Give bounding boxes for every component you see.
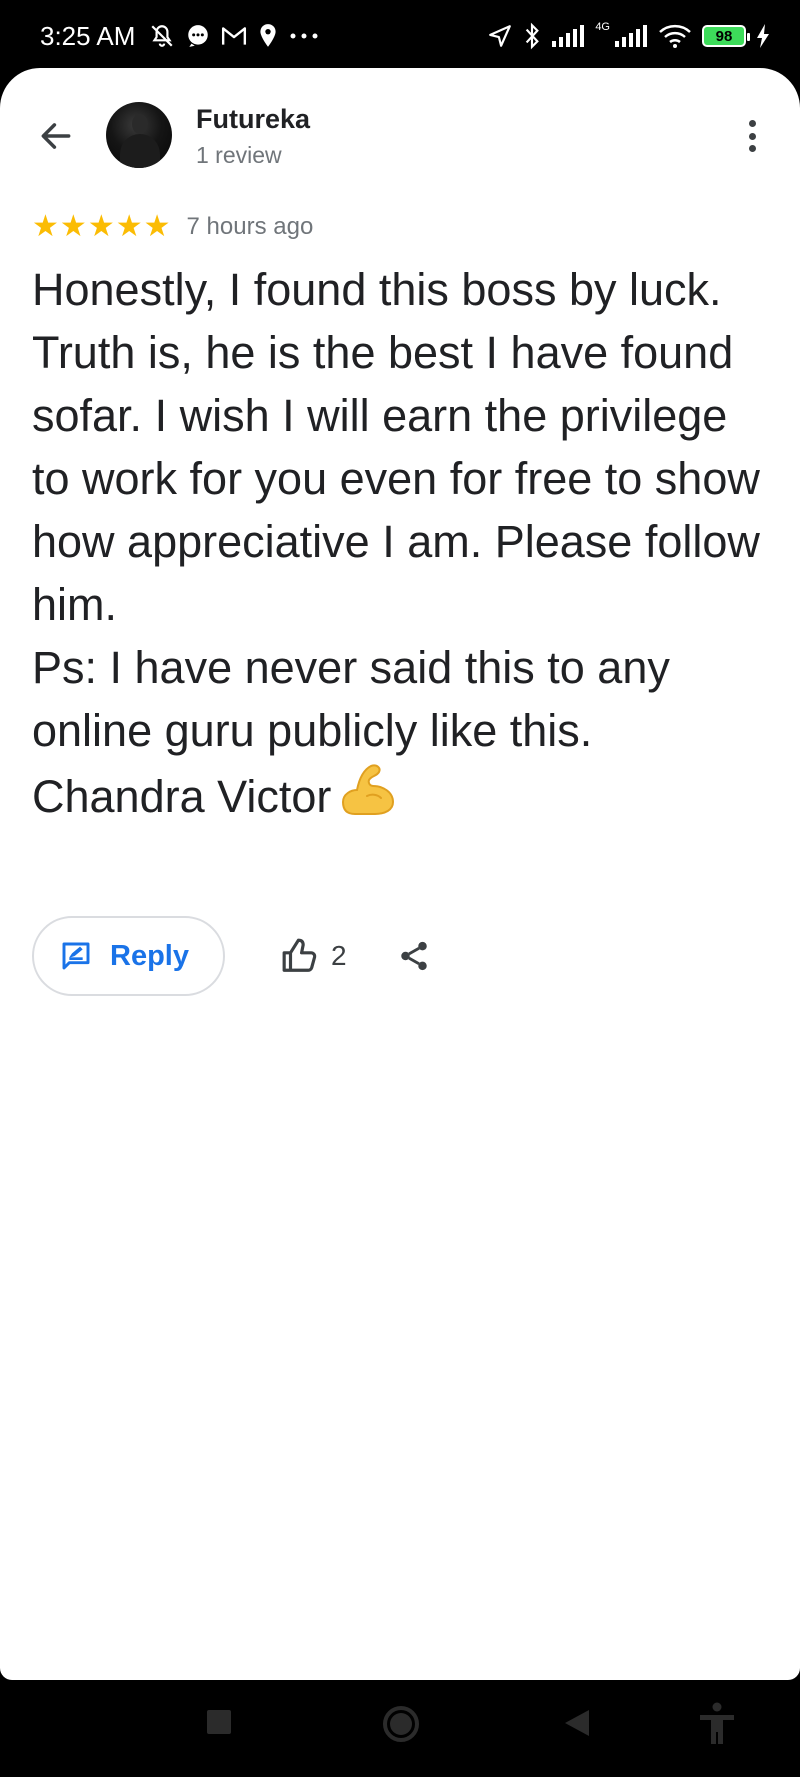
star-rating: ★ ★ ★ ★ ★ (32, 212, 171, 242)
bell-off-icon (149, 23, 175, 49)
share-icon (400, 941, 427, 971)
more-vert-dot (748, 145, 756, 152)
review-signature: Chandra Victor (32, 771, 332, 822)
gmail-icon (221, 25, 247, 47)
more-options-button[interactable] (740, 114, 764, 158)
review-paragraph: Truth is, he is the best I have found so… (32, 327, 760, 630)
review-actions: Reply 2 (32, 916, 431, 996)
bluetooth-icon (523, 22, 541, 50)
reply-edit-icon (62, 942, 90, 970)
star-icon: ★ (115, 210, 143, 243)
accessibility-button[interactable] (697, 1702, 737, 1746)
charging-bolt-icon (756, 24, 770, 48)
reply-label: Reply (110, 939, 189, 972)
reply-button[interactable]: Reply (32, 916, 225, 996)
circle-icon (383, 1706, 419, 1742)
status-left: 3:25 AM (40, 21, 319, 52)
battery-icon: 98 (702, 25, 750, 47)
review-text: Honestly, I found this boss by luck. Tru… (32, 258, 772, 834)
reviewer-review-count: 1 review (196, 142, 282, 168)
avatar-body (120, 134, 160, 168)
thumbs-up-icon (282, 938, 317, 972)
chat-bubble-icon (185, 23, 211, 49)
signal-4g-icon (614, 25, 648, 47)
battery-level: 98 (715, 27, 733, 45)
arrow-left-icon (41, 123, 71, 149)
status-right: 4G 98 (487, 21, 770, 50)
more-dots-icon (289, 31, 319, 41)
system-nav-bar (0, 1680, 800, 1777)
star-icon: ★ (59, 210, 87, 243)
star-icon: ★ (32, 210, 59, 243)
like-button[interactable]: 2 (281, 937, 347, 975)
accessibility-icon (700, 1702, 734, 1744)
review-sheet: Futureka 1 review ★ ★ ★ ★ ★ 7 hours ago … (0, 68, 800, 1680)
review-signature-line: Chandra Victor (32, 762, 772, 834)
more-vert-dot (748, 132, 756, 140)
status-bar: 3:25 AM 4G 98 (0, 0, 800, 72)
review-time: 7 hours ago (186, 213, 314, 240)
navigation-arrow-icon (487, 23, 513, 49)
status-time: 3:25 AM (40, 20, 136, 51)
review-paragraph: Ps: I have never said this to any online… (32, 642, 670, 756)
back-button[interactable] (32, 112, 80, 160)
more-vert-dot (748, 120, 756, 127)
star-icon: ★ (143, 210, 171, 243)
star-icon: ★ (87, 210, 115, 243)
avatar-head (132, 114, 148, 134)
signal-icon (551, 25, 585, 47)
rating-row: ★ ★ ★ ★ ★ 7 hours ago (32, 212, 313, 242)
wifi-icon (658, 23, 692, 49)
location-pin-icon (257, 23, 279, 49)
avatar[interactable] (106, 102, 172, 168)
network-label: 4G (595, 21, 610, 33)
review-paragraph: Honestly, I found this boss by luck. (32, 264, 722, 315)
share-button[interactable] (397, 938, 431, 974)
triangle-back-icon (565, 1710, 589, 1736)
reviewer-name[interactable]: Futureka (196, 104, 310, 135)
square-icon (207, 1710, 231, 1734)
home-button[interactable] (381, 1704, 421, 1744)
review-header: Futureka 1 review (0, 68, 800, 198)
recents-button[interactable] (205, 1708, 233, 1736)
flexed-biceps-icon (337, 762, 395, 834)
like-count: 2 (330, 940, 347, 971)
back-nav-button[interactable] (563, 1708, 591, 1738)
